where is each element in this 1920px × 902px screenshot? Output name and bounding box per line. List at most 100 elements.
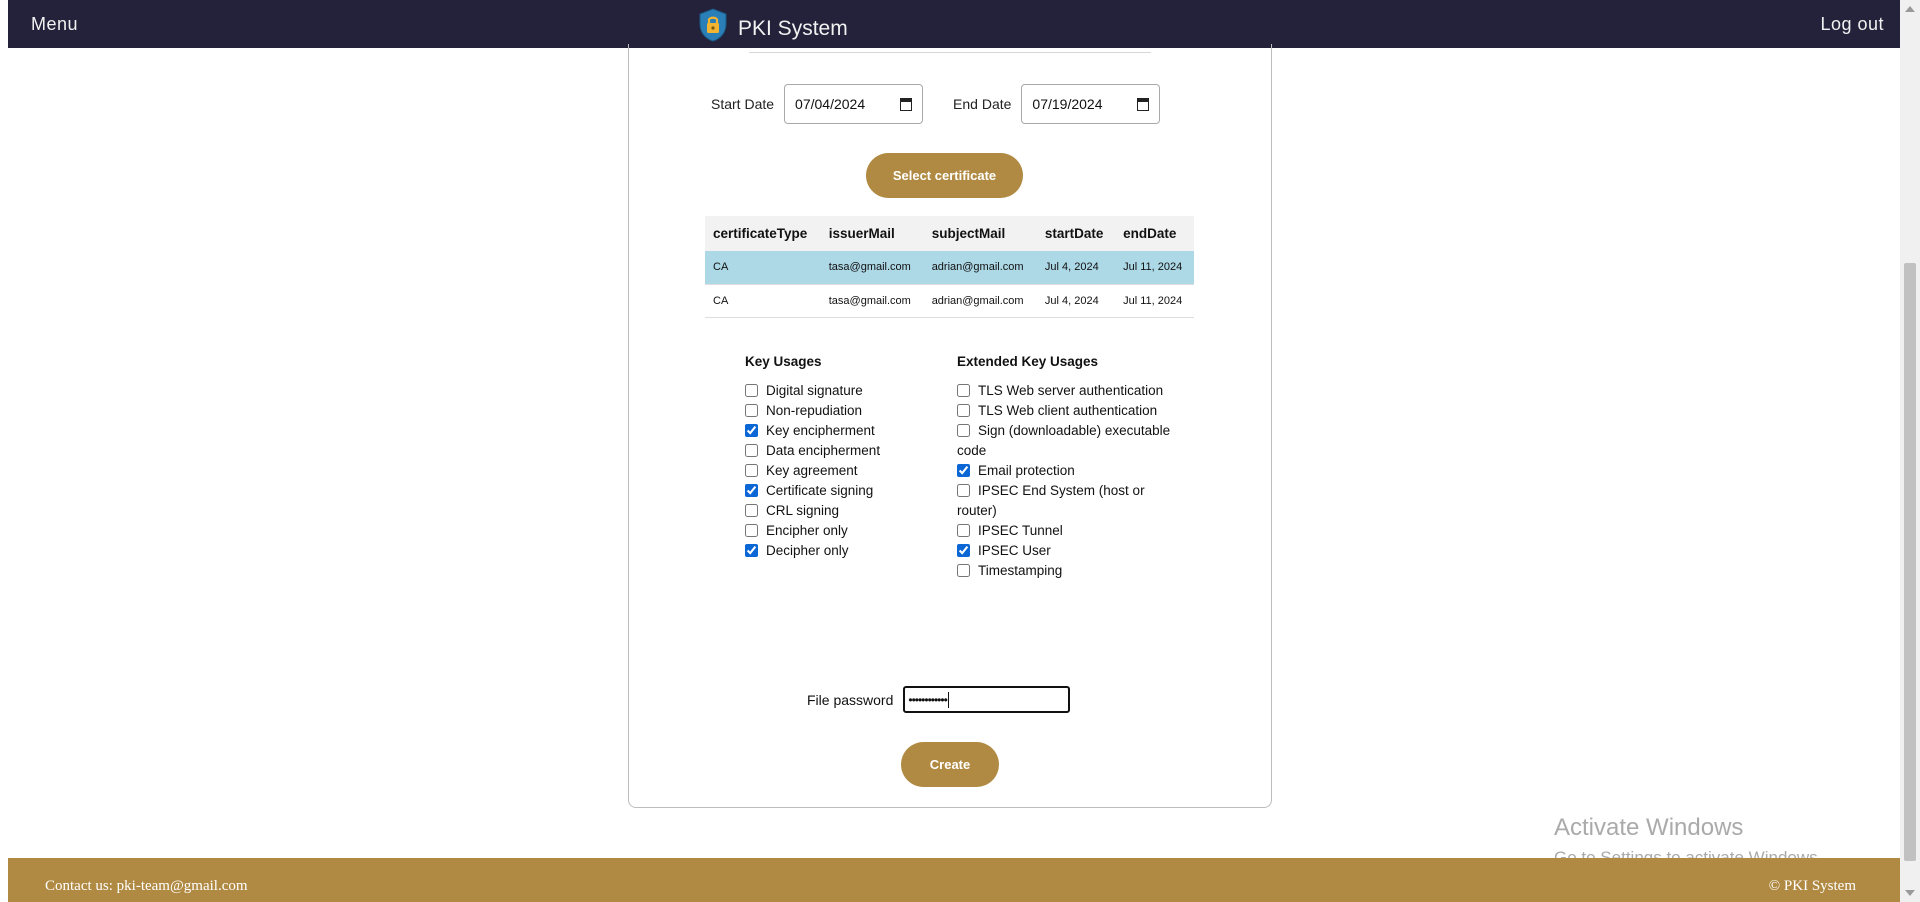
app-title: PKI System [738, 17, 848, 40]
extended-key-usage-option[interactable]: IPSEC Tunnel [957, 521, 1177, 541]
key-usage-option[interactable]: Key agreement [745, 461, 945, 481]
scroll-down-arrow-icon[interactable] [1905, 890, 1915, 896]
usage-checkbox[interactable] [745, 424, 758, 437]
usage-label: IPSEC User [978, 543, 1051, 558]
menu-button[interactable]: Menu [31, 14, 78, 35]
usage-label: Decipher only [766, 543, 849, 558]
table-cell: tasa@gmail.com [820, 251, 924, 285]
file-password-row: File password •••••••••••• [807, 686, 1071, 713]
usage-checkbox[interactable] [745, 444, 758, 457]
password-mask: •••••••••••• [908, 692, 947, 707]
logout-button[interactable]: Log out [1820, 14, 1884, 35]
extended-key-usage-option[interactable]: IPSEC User [957, 541, 1177, 561]
file-password-input[interactable]: •••••••••••• [903, 686, 1071, 713]
column-header: certificateType [705, 216, 821, 251]
table-cell: adrian@gmail.com [923, 284, 1037, 318]
usage-label: IPSEC Tunnel [978, 523, 1063, 538]
key-usage-option[interactable]: Digital signature [745, 381, 945, 401]
extended-key-usage-option[interactable]: Email protection [957, 461, 1177, 481]
footer-copyright: © PKI System [1768, 878, 1856, 894]
calendar-icon[interactable] [1137, 98, 1150, 111]
extended-key-usage-option[interactable]: Sign (downloadable) executable code [957, 421, 1177, 461]
create-button[interactable]: Create [901, 742, 999, 787]
calendar-icon[interactable] [900, 98, 913, 111]
table-cell: CA [705, 251, 821, 285]
usage-label: Certificate signing [766, 483, 874, 498]
scroll-up-arrow-icon[interactable] [1905, 6, 1915, 12]
table-cell: Jul 4, 2024 [1036, 251, 1116, 285]
date-range-row: Start Date 07/04/2024 End Date 07/19/202… [711, 84, 1190, 124]
extended-key-usages-heading: Extended Key Usages [957, 354, 1099, 369]
key-usage-option[interactable]: CRL signing [745, 501, 945, 521]
scroll-thumb[interactable] [1904, 263, 1916, 861]
table-header-row: certificateType issuerMail subjectMail s… [705, 216, 1194, 251]
usage-checkbox[interactable] [957, 564, 970, 577]
table-cell: tasa@gmail.com [820, 284, 924, 318]
usage-checkbox[interactable] [745, 404, 758, 417]
key-usages-heading: Key Usages [745, 354, 822, 369]
certificate-form-card: Start Date 07/04/2024 End Date 07/19/202… [628, 44, 1272, 808]
usage-checkbox[interactable] [745, 464, 758, 477]
usage-checkbox[interactable] [745, 524, 758, 537]
shield-lock-icon [699, 8, 727, 42]
table-row[interactable]: CA tasa@gmail.com adrian@gmail.com Jul 4… [705, 284, 1194, 318]
extended-key-usage-option[interactable]: TLS Web server authentication [957, 381, 1177, 401]
usage-checkbox[interactable] [957, 404, 970, 417]
page: Menu PKI System Log out Start Date 07/04… [0, 0, 1920, 902]
key-usages-list: Digital signature Non-repudiation Key enci… [745, 381, 945, 561]
extended-key-usage-option[interactable]: IPSEC End System (host or router) [957, 481, 1177, 521]
usage-checkbox[interactable] [745, 504, 758, 517]
usage-label: Key encipherment [766, 423, 875, 438]
column-header: subjectMail [923, 216, 1037, 251]
divider [749, 52, 1151, 53]
end-date-value: 07/19/2024 [1032, 96, 1103, 112]
start-date-label: Start Date [711, 96, 775, 112]
table-cell: Jul 11, 2024 [1115, 284, 1194, 318]
footer: Contact us: pki-team@gmail.com © PKI Sys… [8, 858, 1900, 902]
footer-contact: Contact us: pki-team@gmail.com [45, 878, 248, 894]
usage-label: Timestamping [978, 563, 1063, 578]
usage-checkbox[interactable] [957, 424, 970, 437]
usage-label: Sign (downloadable) executable code [957, 423, 1171, 458]
usage-checkbox[interactable] [957, 484, 970, 497]
key-usage-option[interactable]: Non-repudiation [745, 401, 945, 421]
usage-label: Data encipherment [766, 443, 881, 458]
certificate-table: certificateType issuerMail subjectMail s… [705, 216, 1194, 318]
end-date-input[interactable]: 07/19/2024 [1021, 84, 1161, 124]
usage-label: Digital signature [766, 383, 863, 398]
file-password-label: File password [807, 691, 894, 708]
extended-key-usage-option[interactable]: Timestamping [957, 561, 1177, 581]
usage-label: Encipher only [766, 523, 848, 538]
column-header: issuerMail [820, 216, 924, 251]
usage-checkbox[interactable] [745, 544, 758, 557]
usage-label: Email protection [978, 463, 1075, 478]
extended-key-usage-option[interactable]: TLS Web client authentication [957, 401, 1177, 421]
key-usage-option[interactable]: Encipher only [745, 521, 945, 541]
watermark-title: Activate Windows [1554, 814, 1744, 841]
table-cell: Jul 11, 2024 [1115, 251, 1194, 285]
select-certificate-button[interactable]: Select certificate [866, 153, 1023, 198]
usage-label: Non-repudiation [766, 403, 863, 418]
key-usages-section: Key Usages Digital signature Non-repudiat… [745, 354, 945, 561]
key-usage-option[interactable]: Key encipherment [745, 421, 945, 441]
usage-label: IPSEC End System (host or router) [957, 483, 1145, 518]
usage-checkbox[interactable] [957, 384, 970, 397]
usage-checkbox[interactable] [957, 544, 970, 557]
start-date-value: 07/04/2024 [795, 96, 866, 112]
usage-label: CRL signing [766, 503, 840, 518]
key-usage-option[interactable]: Data encipherment [745, 441, 945, 461]
usage-checkbox[interactable] [745, 384, 758, 397]
vertical-scrollbar[interactable] [1900, 0, 1920, 902]
table-cell: CA [705, 284, 821, 318]
usage-checkbox[interactable] [957, 524, 970, 537]
key-usage-option[interactable]: Certificate signing [745, 481, 945, 501]
extended-key-usages-section: Extended Key Usages TLS Web server authe… [957, 354, 1177, 581]
key-usage-option[interactable]: Decipher only [745, 541, 945, 561]
column-header: endDate [1115, 216, 1194, 251]
usage-checkbox[interactable] [957, 464, 970, 477]
usage-label: Key agreement [766, 463, 858, 478]
usage-label: TLS Web server authentication [978, 383, 1164, 398]
usage-checkbox[interactable] [745, 484, 758, 497]
start-date-input[interactable]: 07/04/2024 [784, 84, 924, 124]
table-row-selected[interactable]: CA tasa@gmail.com adrian@gmail.com Jul 4… [705, 251, 1194, 285]
